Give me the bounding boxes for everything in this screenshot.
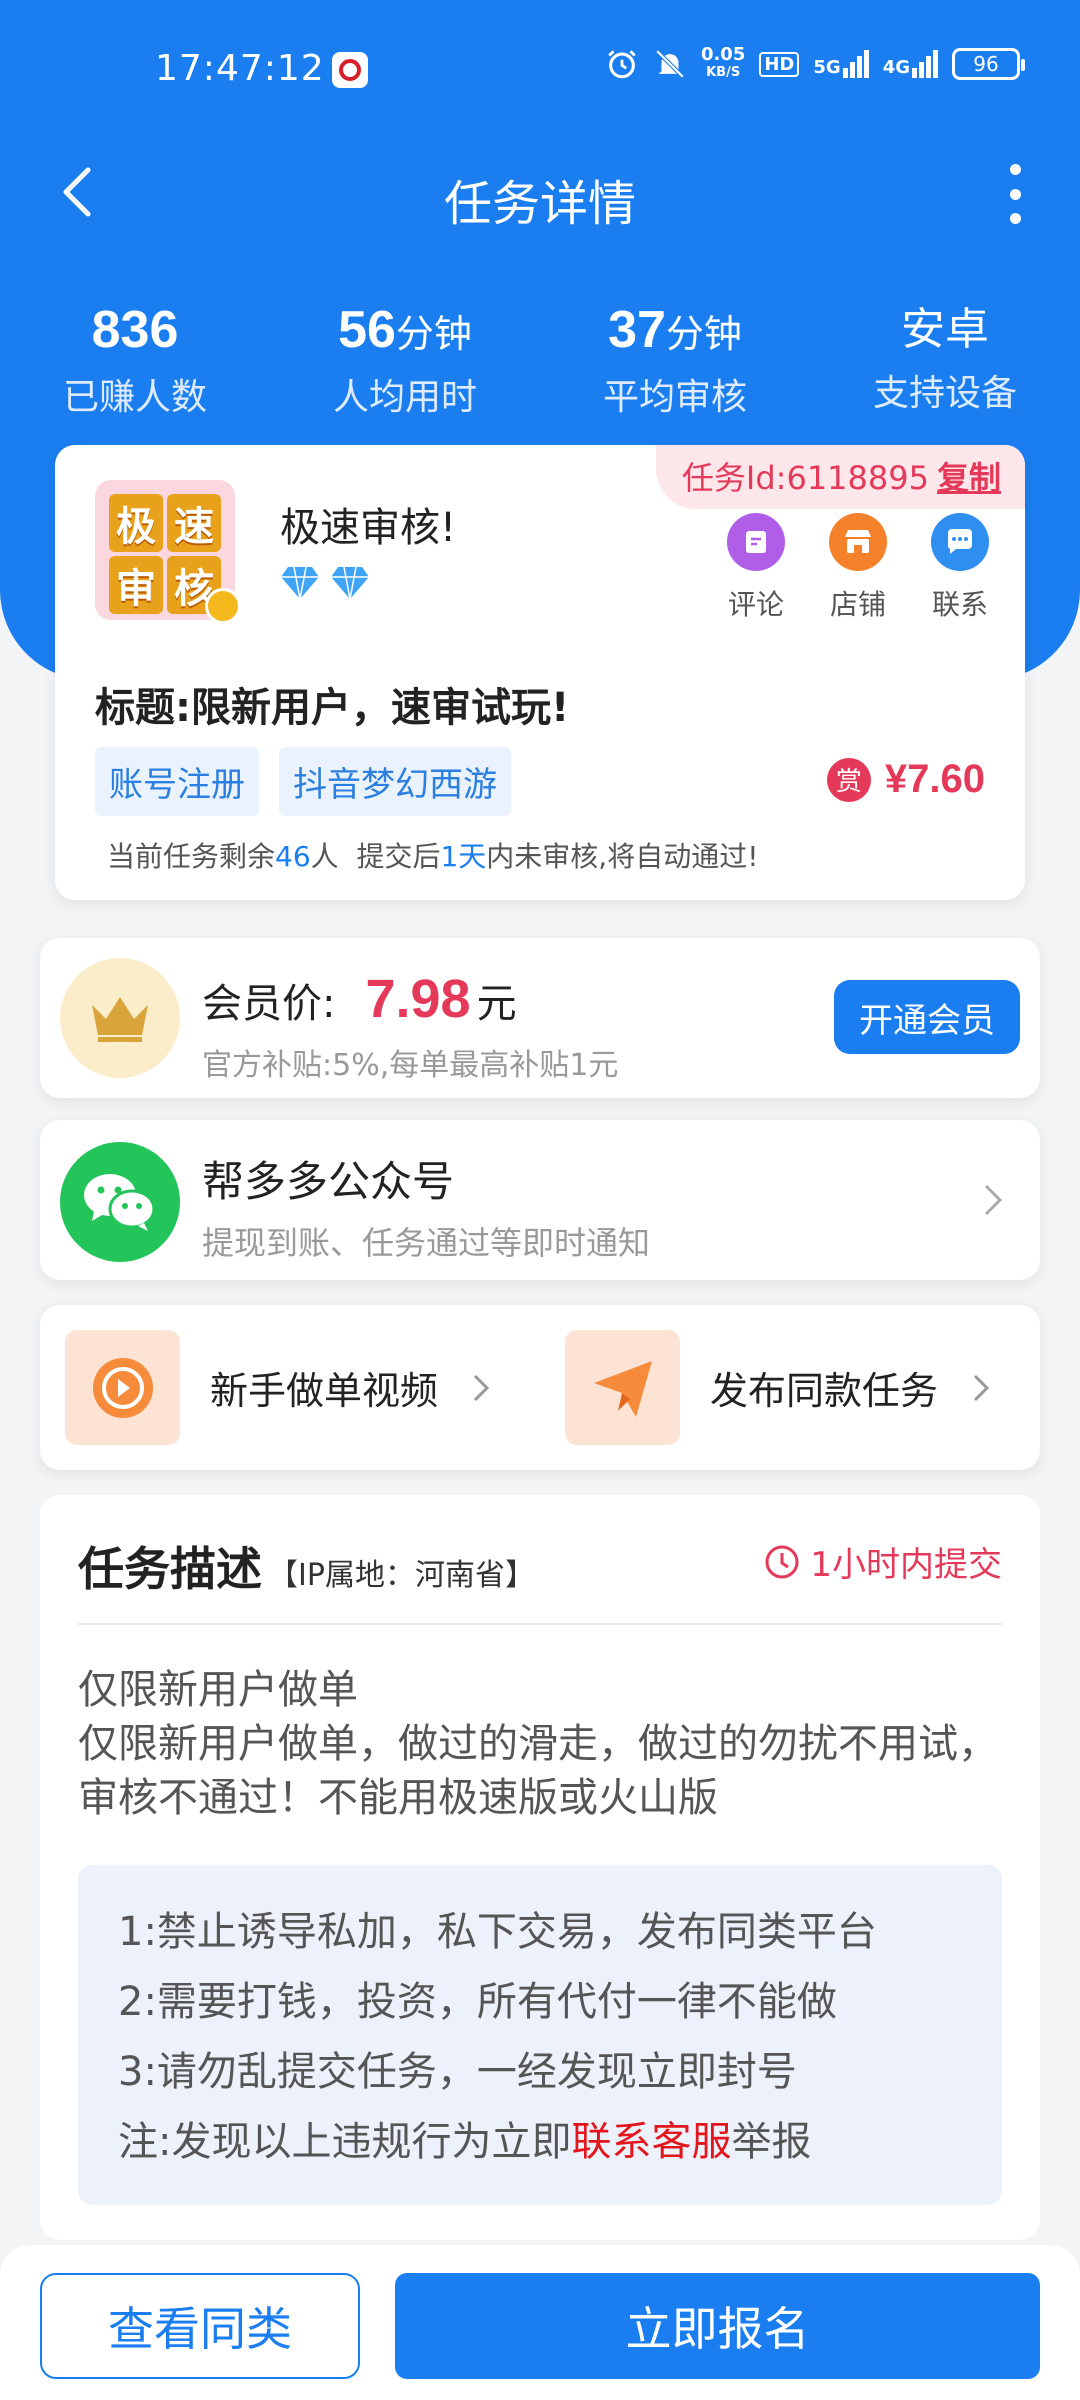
description-heading: 任务描述	[78, 1542, 262, 1596]
comment-button[interactable]: 评论	[726, 513, 786, 623]
task-description-card: 任务描述 【IP属地：河南省】 1小时内提交 仅限新用户做单 仅限新用户做单，做…	[40, 1495, 1040, 2240]
signal-4g-icon: 4G	[883, 50, 938, 78]
wechat-subtitle: 提现到账、任务通过等即时通知	[202, 1224, 651, 1262]
copy-id-button[interactable]: 复制	[937, 459, 1001, 497]
reward-badge-icon: 赏	[826, 757, 871, 802]
wechat-account-card[interactable]: 帮多多公众号 提现到账、任务通过等即时通知	[40, 1120, 1040, 1280]
more-menu-icon[interactable]	[1000, 164, 1030, 224]
shortcut-card: 新手做单视频 发布同款任务	[40, 1305, 1040, 1470]
comment-icon	[727, 513, 785, 571]
status-bar: 17:47:12 0.05 KB/S HD 5G 4G 96	[0, 0, 1080, 140]
stat-device: 安卓 支持设备	[872, 305, 1017, 414]
contact-button[interactable]: 联系	[930, 513, 990, 623]
store-icon	[829, 513, 887, 571]
bottom-action-bar: 查看同类 立即报名	[0, 2245, 1080, 2400]
task-card: 任务Id:6118895 复制 极速 审核 极速审核! 评论 店铺 联系 标题:…	[55, 445, 1025, 900]
level-diamonds	[280, 565, 370, 601]
hd-voice-icon: HD	[759, 51, 800, 77]
chevron-right-icon	[973, 1374, 990, 1401]
task-reward: 赏 ¥7.60	[826, 757, 985, 802]
tag-account-register: 账号注册	[95, 747, 259, 816]
star-badge-icon	[205, 588, 241, 624]
task-title: 标题:限新用户，速审试玩!	[95, 685, 570, 731]
member-price-label: 会员价:	[202, 981, 336, 1027]
rule-note: 注:发现以上违规行为立即联系客服举报	[118, 2119, 812, 2165]
description-body: 仅限新用户做单 仅限新用户做单，做过的滑走，做过的勿扰不用试，审核不通过！不能用…	[78, 1667, 998, 1821]
ip-location: 【IP属地：河南省】	[268, 1558, 535, 1593]
clock-icon	[765, 1545, 799, 1578]
nav-bar: 任务详情	[0, 140, 1080, 250]
diamond-icon	[331, 566, 369, 600]
wechat-title: 帮多多公众号	[202, 1157, 455, 1206]
divider	[78, 1623, 1002, 1625]
shop-button[interactable]: 店铺	[828, 513, 888, 623]
stat-avg-time: 56分钟 人均用时	[332, 301, 477, 418]
rules-box: 1:禁止诱导私加，私下交易，发布同类平台 2:需要打钱，投资，所有代付一律不能做…	[78, 1865, 1002, 2205]
publish-same-task-button[interactable]: 发布同款任务	[565, 1330, 990, 1445]
play-icon	[65, 1330, 180, 1445]
diamond-icon	[281, 566, 319, 600]
crown-icon	[60, 958, 180, 1078]
member-price-unit: 元	[476, 981, 517, 1027]
tag-game: 抖音梦幻西游	[279, 747, 511, 816]
wechat-icon	[60, 1142, 180, 1262]
task-tags: 账号注册 抖音梦幻西游	[95, 747, 511, 816]
rule-item: 1:禁止诱导私加，私下交易，发布同类平台	[118, 1909, 877, 1955]
task-remaining-info: 当前任务剩余46人 提交后1天内未审核,将自动通过!	[107, 840, 759, 873]
app-logo: 极速 审核	[95, 480, 241, 624]
network-speed: 0.05 KB/S	[700, 44, 746, 81]
submit-deadline: 1小时内提交	[764, 1537, 1002, 1586]
mute-bell-icon	[655, 49, 685, 79]
task-stats: 836 已赚人数 56分钟 人均用时 37分钟 平均审核 安卓 支持设备	[0, 300, 1080, 420]
apply-now-button[interactable]: 立即报名	[395, 2273, 1040, 2379]
reward-amount: ¥7.60	[884, 757, 985, 801]
open-membership-button[interactable]: 开通会员	[834, 980, 1020, 1054]
app-notification-icon	[332, 52, 368, 88]
view-similar-button[interactable]: 查看同类	[40, 2273, 360, 2379]
stat-earned-count: 836 已赚人数	[62, 301, 207, 418]
rule-item: 3:请勿乱提交任务，一经发现立即封号	[118, 2049, 797, 2095]
contact-support-link[interactable]: 联系客服	[571, 2119, 731, 2165]
chat-bubble-icon	[931, 513, 989, 571]
paper-plane-icon	[565, 1330, 680, 1445]
app-name: 极速审核!	[280, 505, 457, 551]
task-actions: 评论 店铺 联系	[726, 513, 990, 623]
member-price-card: 会员价: 7.98 元 官方补贴:5%,每单最高补贴1元 开通会员	[40, 938, 1040, 1098]
beginner-video-button[interactable]: 新手做单视频	[65, 1330, 490, 1445]
battery-indicator: 96	[952, 48, 1025, 80]
member-subsidy-text: 官方补贴:5%,每单最高补贴1元	[202, 1048, 619, 1083]
member-price: 7.98	[365, 969, 471, 1029]
chevron-right-icon	[984, 1184, 1003, 1216]
status-time: 17:47:12	[155, 48, 325, 89]
alarm-icon	[608, 50, 636, 79]
task-id-badge: 任务Id:6118895 复制	[655, 445, 1025, 509]
page-title: 任务详情	[443, 176, 636, 232]
signal-5g-icon: 5G	[813, 50, 869, 78]
rule-item: 2:需要打钱，投资，所有代付一律不能做	[118, 1979, 837, 2025]
stat-avg-review: 37分钟 平均审核	[602, 301, 747, 418]
chevron-right-icon	[473, 1374, 490, 1401]
